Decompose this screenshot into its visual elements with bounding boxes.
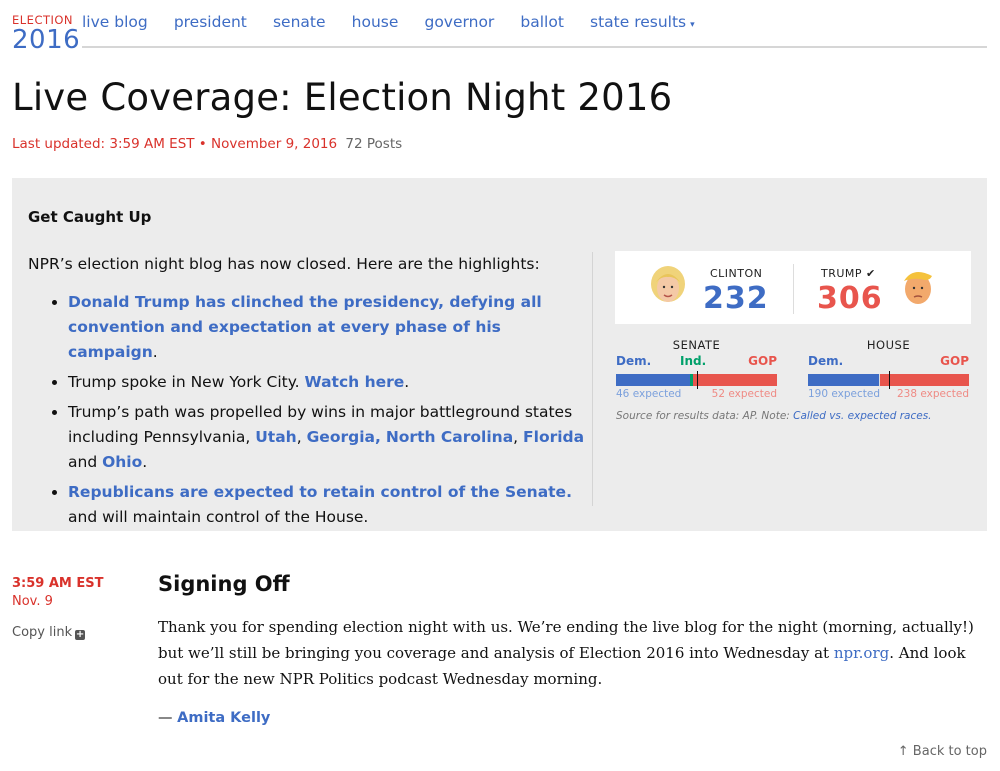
house-bar xyxy=(808,371,969,389)
nav-ballot[interactable]: ballot xyxy=(520,13,564,31)
watch-here-link[interactable]: Watch here xyxy=(305,373,405,391)
house-dem-fill xyxy=(808,374,879,386)
nav-house[interactable]: house xyxy=(352,13,399,31)
clinton-electoral-votes: 232 xyxy=(703,281,769,316)
highlight-text: . xyxy=(404,373,410,391)
candidate-divider xyxy=(793,264,794,314)
florida-link[interactable]: Florida xyxy=(523,428,584,446)
author-link[interactable]: Amita Kelly xyxy=(177,710,270,726)
highlight-link-presidency[interactable]: Donald Trump has clinched the presidency… xyxy=(68,293,542,361)
nav-governor[interactable]: governor xyxy=(424,13,494,31)
copy-link-label: Copy link xyxy=(12,625,73,640)
post-date: Nov. 9 xyxy=(12,594,53,609)
top-nav: ELECTION 2016 live blog president senate… xyxy=(12,10,987,54)
senate-bar xyxy=(616,371,777,389)
north-carolina-link[interactable]: North Carolina xyxy=(386,428,513,446)
post-count: 72 Posts xyxy=(345,136,403,152)
page-title: Live Coverage: Election Night 2016 xyxy=(12,76,673,119)
house-dem-label: Dem. xyxy=(808,354,844,368)
highlight-text: . xyxy=(142,453,148,471)
nav-state-results-label: state results xyxy=(590,13,687,31)
senate-gop-fill xyxy=(693,374,777,386)
senate-results[interactable]: SENATE Dem. Ind. GOP 46 expected 52 expe… xyxy=(616,338,777,402)
checkmark-icon: ✔ xyxy=(866,267,876,280)
senate-dem-fill xyxy=(616,374,691,386)
trump-electoral-votes: 306 xyxy=(817,281,883,316)
post-author: — Amita Kelly xyxy=(158,710,270,726)
house-dem-expected: 190 expected xyxy=(808,388,881,400)
logo-line-year: 2016 xyxy=(12,25,81,55)
highlight-text: . xyxy=(152,343,158,361)
nav-state-results-dropdown[interactable]: state results ▾ xyxy=(590,13,695,31)
highlights-list: Donald Trump has clinched the presidency… xyxy=(44,290,596,535)
chevron-down-icon: ▾ xyxy=(690,20,695,30)
nav-live-blog[interactable]: live blog xyxy=(82,13,148,31)
clinton-label: CLINTON xyxy=(710,267,763,280)
senate-party-labels: Dem. Ind. GOP xyxy=(616,354,777,370)
results-source-note: Source for results data: AP. Note: Calle… xyxy=(616,410,932,422)
senate-majority-marker xyxy=(696,371,698,389)
list-item: Donald Trump has clinched the presidency… xyxy=(68,290,596,365)
utah-link[interactable]: Utah xyxy=(255,428,297,446)
post-time: 3:59 AM EST xyxy=(12,576,104,591)
house-gop-fill xyxy=(880,374,969,386)
catch-up-intro: NPR’s election night blog has now closed… xyxy=(28,255,540,273)
highlight-text: , xyxy=(296,428,307,446)
house-title: HOUSE xyxy=(866,338,911,352)
list-item: Trump spoke in New York City. Watch here… xyxy=(68,370,596,395)
last-updated: Last updated: 3:59 AM EST • November 9, … xyxy=(12,136,338,152)
ohio-link[interactable]: Ohio xyxy=(102,453,142,471)
highlight-text: , xyxy=(513,428,519,446)
election-2016-logo[interactable]: ELECTION 2016 xyxy=(12,14,81,55)
plus-icon: + xyxy=(75,629,86,640)
house-expected: 190 expected 238 expected xyxy=(808,388,969,402)
senate-dem-label: Dem. xyxy=(616,354,652,368)
house-party-labels: Dem. GOP xyxy=(808,354,969,370)
highlight-text: Trump spoke in New York City. xyxy=(68,373,305,391)
house-results[interactable]: HOUSE Dem. GOP 190 expected 238 expected xyxy=(808,338,969,402)
called-vs-expected-link[interactable]: Called vs. expected races. xyxy=(793,410,931,422)
clinton-avatar-icon xyxy=(651,266,685,302)
nav-divider xyxy=(82,46,987,48)
highlight-text: and xyxy=(68,453,103,471)
back-to-top-link[interactable]: ↑ Back to top xyxy=(898,744,987,759)
house-gop-expected: 238 expected xyxy=(896,388,969,400)
list-item: Trump’s path was propelled by wins in ma… xyxy=(68,400,596,475)
georgia-link[interactable]: Georgia, xyxy=(307,428,381,446)
senate-expected: 46 expected 52 expected xyxy=(616,388,777,402)
house-majority-marker xyxy=(888,371,890,389)
catch-up-box: Get Caught Up NPR’s election night blog … xyxy=(12,178,987,531)
senate-title: SENATE xyxy=(672,338,721,352)
senate-ind-label: Ind. xyxy=(680,354,707,368)
page-meta: Last updated: 3:59 AM EST • November 9, … xyxy=(12,136,402,152)
nav-president[interactable]: president xyxy=(174,13,247,31)
trump-avatar-icon xyxy=(904,272,932,304)
nav-links: live blog president senate house governo… xyxy=(82,12,716,31)
source-text: Source for results data: AP. Note: xyxy=(616,410,794,422)
nav-senate[interactable]: senate xyxy=(273,13,326,31)
author-dash: — xyxy=(158,710,178,726)
presidential-results[interactable]: CLINTON 232 TRUMP ✔ 306 xyxy=(615,251,971,324)
npr-org-link[interactable]: npr.org xyxy=(834,644,889,662)
column-divider xyxy=(592,252,593,506)
senate-dem-expected: 46 expected xyxy=(616,388,682,400)
catch-up-heading: Get Caught Up xyxy=(28,208,152,226)
trump-label: TRUMP ✔ xyxy=(821,267,876,280)
senate-gop-expected: 52 expected xyxy=(711,388,777,400)
copy-link-button[interactable]: Copy link + xyxy=(12,625,86,640)
list-item: Republicans are expected to retain contr… xyxy=(68,480,596,530)
senate-gop-label: GOP xyxy=(748,354,777,368)
post-body: Thank you for spending election night wi… xyxy=(158,614,983,692)
post-title: Signing Off xyxy=(158,572,290,596)
senate-control-link[interactable]: Republicans are expected to retain contr… xyxy=(68,483,572,501)
trump-name: TRUMP xyxy=(821,267,863,280)
house-gop-label: GOP xyxy=(940,354,969,368)
highlight-text: and will maintain control of the House. xyxy=(68,508,369,526)
